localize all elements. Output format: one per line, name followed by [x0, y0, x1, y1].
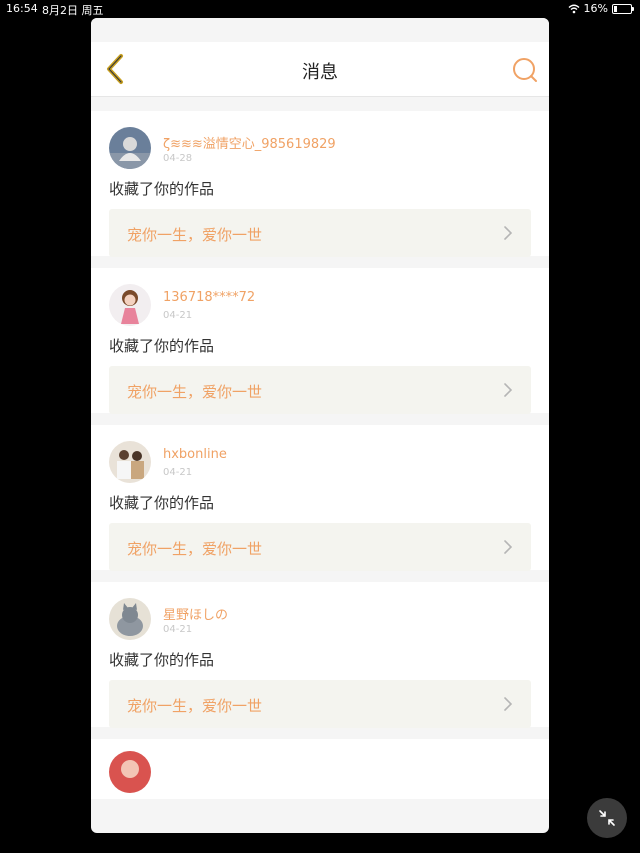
notification-action: 收藏了你的作品: [109, 180, 215, 198]
status-time: 16:54: [6, 2, 38, 15]
work-link[interactable]: 宠你一生，爱你一世: [109, 209, 531, 257]
work-title: 宠你一生，爱你一世: [127, 226, 263, 244]
status-bar: 16:54 8月2日 周五 16%: [0, 0, 640, 18]
work-title: 宠你一生，爱你一世: [127, 540, 263, 558]
work-title: 宠你一生，爱你一世: [127, 697, 263, 715]
status-right: 16%: [568, 2, 634, 15]
avatar[interactable]: [109, 751, 151, 793]
status-date: 8月2日 周五: [42, 4, 104, 17]
notification-header: 136718****72 04-21: [109, 284, 531, 330]
battery-level: [614, 5, 617, 12]
avatar[interactable]: [109, 598, 151, 640]
notification-header: ζ≋≋≋溢情空心_985619829 04-28: [109, 127, 531, 173]
notification-list: ζ≋≋≋溢情空心_985619829 04-28 收藏了你的作品 宠你一生，爱你…: [91, 97, 549, 799]
notification-action: 收藏了你的作品: [109, 337, 215, 355]
work-link[interactable]: 宠你一生，爱你一世: [109, 366, 531, 414]
search-icon[interactable]: [511, 56, 539, 84]
avatar[interactable]: [109, 284, 151, 326]
work-link[interactable]: 宠你一生，爱你一世: [109, 523, 531, 571]
notification-date: 04-21: [163, 624, 193, 635]
chevron-right-icon: [504, 226, 513, 240]
notification-date: 04-21: [163, 310, 193, 321]
notification-item: ζ≋≋≋溢情空心_985619829 04-28 收藏了你的作品 宠你一生，爱你…: [91, 111, 549, 257]
notification-item: 星野ほしの 04-21 收藏了你的作品 宠你一生，爱你一世: [91, 582, 549, 728]
avatar[interactable]: [109, 441, 151, 483]
chevron-right-icon: [504, 697, 513, 711]
notification-action: 收藏了你的作品: [109, 494, 215, 512]
sheet-top-strip: [91, 18, 549, 42]
username[interactable]: hxbonline: [163, 447, 227, 462]
messages-sheet: 消息 ζ≋≋≋溢情空心_985619829 04-28 收藏了你的作品 宠你一生…: [91, 18, 549, 833]
chevron-right-icon: [504, 383, 513, 397]
username[interactable]: ζ≋≋≋溢情空心_985619829: [163, 133, 336, 152]
wifi-icon: [568, 4, 580, 13]
notification-header: 星野ほしの 04-21: [109, 598, 531, 644]
collapse-arrows-icon: [599, 810, 615, 826]
minimize-button[interactable]: [587, 798, 627, 838]
username[interactable]: 136718****72: [163, 290, 255, 305]
notification-item: 136718****72 04-21 收藏了你的作品 宠你一生，爱你一世: [91, 268, 549, 414]
work-link[interactable]: 宠你一生，爱你一世: [109, 680, 531, 728]
avatar[interactable]: [109, 127, 151, 169]
battery-icon: [612, 3, 634, 14]
page-title: 消息: [302, 62, 338, 83]
notification-item: hxbonline 04-21 收藏了你的作品 宠你一生，爱你一世: [91, 425, 549, 571]
chevron-right-icon: [504, 540, 513, 554]
work-title: 宠你一生，爱你一世: [127, 383, 263, 401]
battery-percent: 16%: [583, 2, 608, 15]
notification-header: hxbonline 04-21: [109, 441, 531, 487]
nav-bar: 消息: [91, 42, 549, 97]
username[interactable]: 星野ほしの: [163, 604, 228, 623]
notification-action: 收藏了你的作品: [109, 651, 215, 669]
notification-item-partial: [91, 739, 549, 799]
notification-date: 04-21: [163, 467, 193, 478]
notification-date: 04-28: [163, 153, 193, 164]
